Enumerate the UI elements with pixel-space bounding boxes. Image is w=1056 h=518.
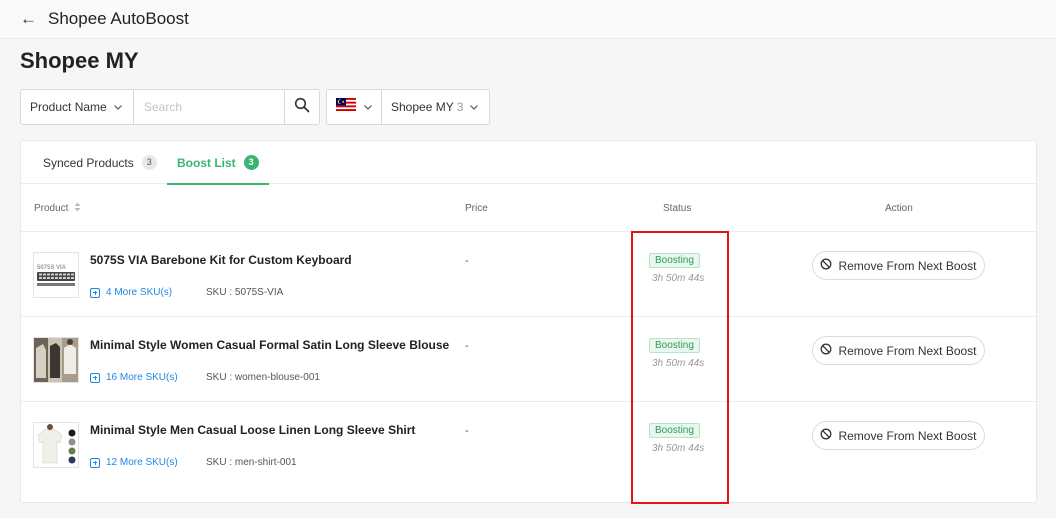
remove-from-next-boost-button[interactable]: Remove From Next Boost: [812, 251, 985, 280]
chevron-down-icon: [469, 102, 479, 112]
sku-text: SKU : 5075S-VIA: [206, 287, 284, 298]
status-countdown: 3h 50m 44s: [652, 443, 705, 454]
sku-text: SKU : women-blouse-001: [206, 372, 320, 383]
price-value: -: [465, 340, 469, 352]
svg-text:5075S VIA: 5075S VIA: [37, 265, 67, 271]
sku-text: SKU : men-shirt-001: [206, 457, 297, 468]
shop-group: Shopee MY 3: [326, 89, 490, 125]
app-title: Shopee AutoBoost: [48, 9, 189, 28]
remove-button-label: Remove From Next Boost: [838, 428, 977, 443]
malaysia-flag-icon: [335, 98, 356, 116]
search-group: Product Name: [20, 89, 320, 125]
expand-plus-icon: [90, 287, 100, 298]
ban-icon: [820, 428, 832, 443]
table-row: Minimal Style Men Casual Loose Linen Lon…: [21, 402, 1036, 487]
tab-bar: Synced Products 3 Boost List 3: [21, 141, 1036, 185]
tab-count-badge: 3: [243, 155, 259, 170]
column-header-action: Action: [885, 202, 913, 214]
product-field-select-label: Product Name: [30, 100, 107, 114]
ban-icon: [820, 343, 832, 358]
country-select[interactable]: [327, 90, 382, 124]
product-name[interactable]: 5075S VIA Barebone Kit for Custom Keyboa…: [90, 253, 352, 267]
page-title: Shopee MY: [20, 48, 139, 73]
top-bar: ← Shopee AutoBoost: [0, 0, 1056, 39]
status-badge: Boosting: [649, 423, 700, 438]
more-sku-link[interactable]: 12 More SKU(s): [90, 457, 178, 468]
boost-card: Synced Products 3 Boost List 3 Product P…: [20, 140, 1037, 503]
status-badge: Boosting: [649, 338, 700, 353]
chevron-down-icon: [113, 102, 123, 112]
sort-icon[interactable]: [74, 202, 81, 215]
search-input[interactable]: [134, 90, 284, 124]
shop-count: 3: [456, 100, 464, 114]
product-name[interactable]: Minimal Style Men Casual Loose Linen Lon…: [90, 423, 415, 437]
table-row: Minimal Style Women Casual Formal Satin …: [21, 317, 1036, 402]
table-body: 5075S VIA 5075S VIA Barebone Kit for Cus…: [21, 232, 1036, 487]
tab-count-badge: 3: [141, 155, 157, 170]
tab-label: Boost List: [177, 155, 236, 170]
status-countdown: 3h 50m 44s: [652, 358, 705, 369]
shop-select[interactable]: Shopee MY 3: [382, 90, 489, 124]
table-header: Product Price Status Action: [21, 184, 1036, 232]
remove-from-next-boost-button[interactable]: Remove From Next Boost: [812, 421, 985, 450]
column-header-status: Status: [663, 202, 692, 214]
more-sku-label: 16 More SKU(s): [106, 372, 178, 383]
price-value: -: [465, 255, 469, 267]
arrow-left-icon[interactable]: ←: [20, 9, 37, 29]
more-sku-link[interactable]: 16 More SKU(s): [90, 372, 178, 383]
ban-icon: [820, 258, 832, 273]
tab-label: Synced Products: [43, 155, 134, 170]
product-field-select[interactable]: Product Name: [21, 90, 134, 124]
more-sku-link[interactable]: 4 More SKU(s): [90, 287, 172, 298]
price-value: -: [465, 425, 469, 437]
table-row: 5075S VIA 5075S VIA Barebone Kit for Cus…: [21, 232, 1036, 317]
remove-button-label: Remove From Next Boost: [838, 343, 977, 358]
chevron-down-icon: [363, 102, 373, 112]
status-countdown: 3h 50m 44s: [652, 273, 705, 284]
product-name[interactable]: Minimal Style Women Casual Formal Satin …: [90, 338, 449, 352]
shirt-photo-icon[interactable]: [33, 422, 79, 468]
tab-boost-list[interactable]: Boost List 3: [167, 141, 269, 185]
column-header-price: Price: [465, 202, 488, 214]
column-header-product[interactable]: Product: [34, 184, 81, 232]
remove-button-label: Remove From Next Boost: [838, 258, 977, 273]
more-sku-label: 4 More SKU(s): [106, 287, 173, 298]
search-icon: [294, 97, 310, 118]
expand-plus-icon: [90, 457, 100, 468]
blouse-photo-icon[interactable]: [33, 337, 79, 383]
tab-synced-products[interactable]: Synced Products 3: [43, 141, 157, 184]
status-badge: Boosting: [649, 253, 700, 268]
remove-from-next-boost-button[interactable]: Remove From Next Boost: [812, 336, 985, 365]
filter-bar: Product Name Search Shopee MY 3: [20, 89, 490, 125]
search-button[interactable]: [284, 90, 319, 124]
keyboard-kit-icon[interactable]: 5075S VIA: [33, 252, 79, 298]
more-sku-label: 12 More SKU(s): [106, 457, 178, 468]
shop-select-label: Shopee MY: [391, 100, 454, 114]
expand-plus-icon: [90, 372, 100, 383]
column-header-label: Product: [34, 202, 69, 214]
